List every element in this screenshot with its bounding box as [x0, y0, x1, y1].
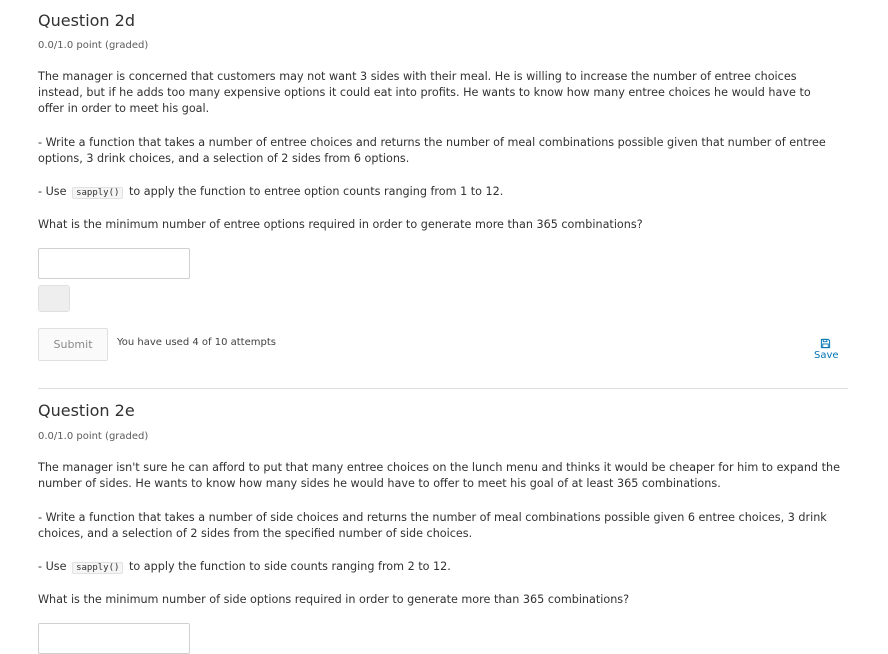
problem-task-sapply: - Use sapply() to apply the function to … [38, 184, 840, 201]
problem-task-function: - Write a function that takes a number o… [38, 136, 826, 165]
status-indicator [38, 285, 70, 312]
problem-intro: The manager is concerned that customers … [38, 70, 811, 115]
question-status: 0.0/1.0 point (graded) [38, 40, 149, 51]
task-prefix: - Use [38, 560, 67, 573]
question-status: 0.0/1.0 point (graded) [38, 431, 149, 442]
problem-question: What is the minimum number of entree opt… [38, 218, 643, 231]
save-label: Save [814, 350, 839, 361]
problem-intro: The manager isn't sure he can afford to … [38, 461, 840, 490]
task-suffix: to apply the function to entree option c… [128, 185, 504, 198]
floppy-disk-icon [820, 338, 830, 349]
question-title: Question 2e [38, 401, 135, 420]
problem-task-function: - Write a function that takes a number o… [38, 511, 827, 540]
problem-task-sapply: - Use sapply() to apply the function to … [38, 559, 840, 576]
problem-divider [38, 388, 848, 389]
question-title: Question 2d [38, 11, 135, 30]
task-prefix: - Use [38, 185, 67, 198]
answer-input[interactable] [38, 623, 190, 654]
inline-code: sapply() [72, 187, 124, 199]
problem-question: What is the minimum number of side optio… [38, 593, 630, 606]
save-button[interactable]: Save [814, 338, 839, 361]
submit-button[interactable]: Submit [38, 328, 108, 361]
answer-input[interactable] [38, 248, 190, 279]
task-suffix: to apply the function to side counts ran… [128, 560, 451, 573]
attempts-text: You have used 4 of 10 attempts [117, 337, 276, 348]
inline-code: sapply() [72, 562, 124, 574]
